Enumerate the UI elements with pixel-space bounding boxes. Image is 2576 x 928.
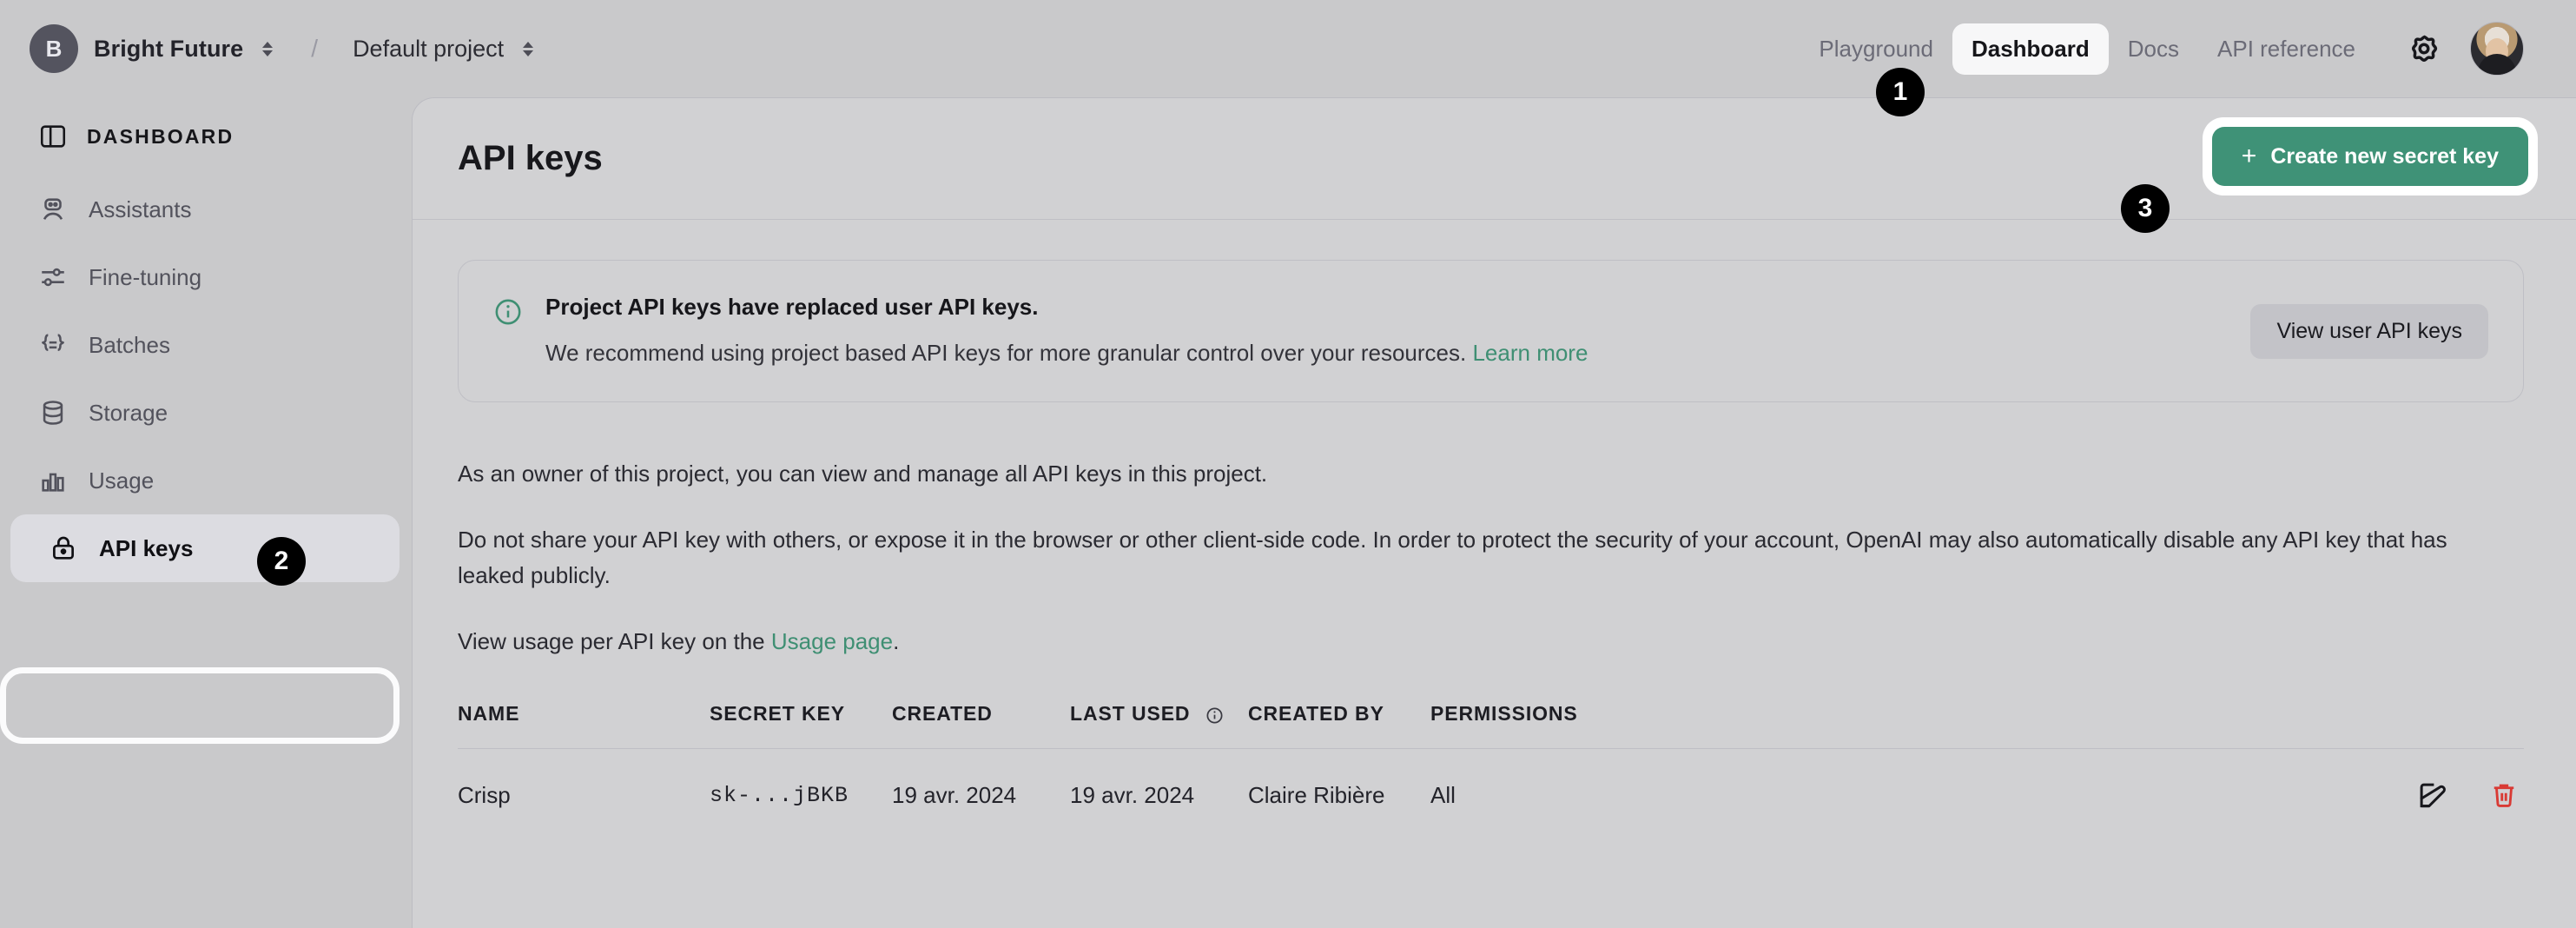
sidebar-item-label: Assistants — [89, 196, 192, 222]
robot-icon — [43, 198, 63, 220]
org-name[interactable]: Bright Future — [94, 36, 243, 63]
sidebar-api-keys-highlight-ring — [0, 667, 400, 744]
column-header-created: CREATED — [892, 702, 993, 726]
sidebar: DASHBOARD Assistants Fine-tuning Batches — [0, 97, 412, 928]
nav-item-dashboard[interactable]: Dashboard — [1952, 23, 2109, 75]
column-header-name: NAME — [458, 702, 520, 726]
table-head: NAME SECRET KEY CREATED LAST USED CREATE… — [458, 702, 2524, 749]
nav-item-api-reference[interactable]: API reference — [2198, 23, 2375, 75]
info-circle-icon — [495, 299, 521, 325]
marker-2: 2 — [257, 537, 306, 586]
org-switcher-chevron-icon[interactable] — [259, 41, 276, 56]
nav-item-playground[interactable]: Playground — [1800, 23, 1952, 75]
panel-icon — [40, 125, 66, 148]
table-body: Crisp sk-...jBKB 19 avr. 2024 19 avr. 20… — [458, 749, 2524, 816]
security-warning-paragraph: Do not share your API key with others, o… — [458, 527, 2447, 588]
marker-3: 3 — [2121, 184, 2170, 233]
trash-icon[interactable] — [2484, 775, 2524, 815]
cell-created: 19 avr. 2024 — [892, 781, 1017, 808]
sliders-icon — [42, 268, 64, 287]
sidebar-item-label: Fine-tuning — [89, 264, 202, 290]
column-header-created-by: CREATED BY — [1248, 702, 1384, 726]
usage-link-prefix: View usage per API key on the — [458, 627, 771, 654]
table-header-row: NAME SECRET KEY CREATED LAST USED CREATE… — [458, 702, 2524, 749]
sidebar-item-batches[interactable]: Batches — [0, 311, 393, 379]
cell-created-by: Claire Ribière — [1248, 781, 1385, 808]
org-avatar: B — [30, 24, 78, 73]
view-user-api-keys-button[interactable]: View user API keys — [2250, 303, 2488, 359]
nav-item-docs[interactable]: Docs — [2109, 23, 2198, 75]
banner-text-block: Project API keys have replaced user API … — [545, 294, 2228, 368]
usage-page-link[interactable]: Usage page — [771, 628, 893, 654]
create-new-secret-key-label: Create new secret key — [2270, 143, 2499, 169]
marker-1: 1 — [1876, 68, 1925, 116]
cell-last-used: 19 avr. 2024 — [1070, 781, 1195, 808]
breadcrumb-separator: / — [311, 35, 319, 62]
project-switcher-chevron-icon[interactable] — [519, 41, 537, 56]
content-body: Project API keys have replaced user API … — [413, 220, 2576, 815]
column-header-permissions: PERMISSIONS — [1430, 702, 1578, 726]
cell-secret-key: sk-...jBKB — [710, 782, 849, 808]
lock-icon — [53, 536, 74, 560]
sidebar-item-label: Usage — [89, 467, 155, 494]
column-header-last-used: LAST USED — [1070, 702, 1248, 749]
usage-link-suffix: . — [893, 627, 900, 654]
banner-subtitle: We recommend using project based API key… — [545, 338, 2228, 368]
app-root: B Bright Future / Default project Playgr… — [0, 0, 2576, 928]
braces-icon — [42, 334, 64, 351]
cell-permissions: All — [1430, 781, 1456, 808]
edit-icon[interactable] — [2412, 775, 2452, 815]
column-header-last-used-label: LAST USED — [1070, 702, 1191, 726]
sidebar-item-storage[interactable]: Storage — [0, 379, 393, 447]
cell-name: Crisp — [458, 781, 511, 808]
org-project-breadcrumb: B Bright Future / Default project — [30, 24, 537, 73]
cell-actions — [1708, 749, 2524, 816]
banner-title: Project API keys have replaced user API … — [545, 294, 1039, 320]
plus-icon: + — [2241, 142, 2257, 170]
owner-notice-paragraph: As an owner of this project, you can vie… — [458, 461, 1268, 487]
learn-more-link[interactable]: Learn more — [1472, 340, 1588, 366]
sidebar-header-label: DASHBOARD — [87, 124, 234, 148]
sidebar-item-label: API keys — [99, 535, 194, 561]
api-keys-table: NAME SECRET KEY CREATED LAST USED CREATE… — [458, 702, 2524, 815]
content-panel: API keys + Create new secret key Project… — [412, 97, 2576, 928]
project-name[interactable]: Default project — [353, 36, 504, 63]
bar-chart-icon — [42, 473, 64, 492]
project-keys-banner: Project API keys have replaced user API … — [458, 260, 2524, 403]
create-key-highlight-ring: + Create new secret key — [2202, 117, 2538, 196]
info-icon[interactable] — [1205, 706, 1224, 725]
table-row: Crisp sk-...jBKB 19 avr. 2024 19 avr. 20… — [458, 749, 2524, 816]
sidebar-item-label: Batches — [89, 332, 170, 358]
usage-link-paragraph: View usage per API key on the Usage page… — [458, 624, 2524, 659]
sidebar-item-label: Storage — [89, 400, 168, 426]
page-title: API keys — [458, 139, 603, 177]
create-new-secret-key-button[interactable]: + Create new secret key — [2211, 127, 2528, 186]
avatar[interactable] — [2470, 22, 2524, 76]
column-header-actions — [1708, 702, 2524, 749]
banner-subtitle-text: We recommend using project based API key… — [545, 340, 1467, 366]
sidebar-item-api-keys[interactable]: API keys — [10, 514, 400, 582]
page-header: API keys + Create new secret key — [413, 98, 2576, 220]
column-header-secret-key: SECRET KEY — [710, 702, 845, 726]
gear-icon[interactable] — [2404, 29, 2444, 69]
sidebar-item-assistants[interactable]: Assistants — [0, 176, 393, 243]
top-bar: B Bright Future / Default project Playgr… — [0, 0, 2576, 97]
database-icon — [43, 401, 63, 425]
sidebar-item-fine-tuning[interactable]: Fine-tuning — [0, 243, 393, 311]
sidebar-item-usage[interactable]: Usage — [0, 447, 393, 514]
sidebar-header: DASHBOARD — [0, 97, 412, 176]
